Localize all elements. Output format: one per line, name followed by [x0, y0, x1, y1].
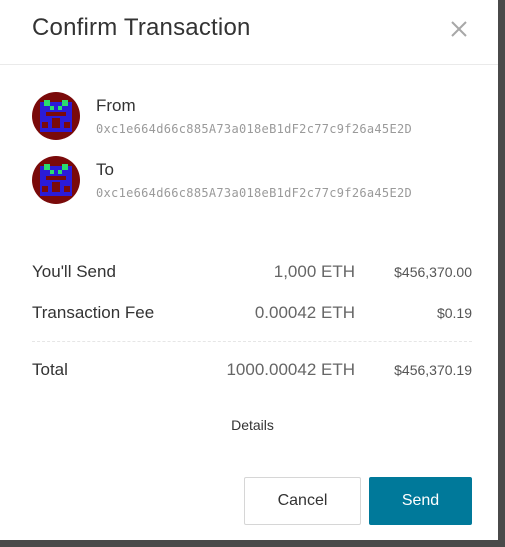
to-address: 0xc1e664d66c885A73a018eB1dF2c77c9f26a45E…: [96, 186, 413, 200]
backdrop-edge-right: [498, 0, 505, 547]
send-label: You'll Send: [32, 262, 116, 281]
fee-row: Transaction Fee 0.00042 ETH $0.19: [32, 303, 472, 327]
total-label: Total: [32, 360, 68, 379]
send-usd: $456,370.00: [394, 264, 472, 280]
from-label: From: [96, 96, 136, 115]
from-account: From 0xc1e664d66c885A73a018eB1dF2c77c9f2…: [32, 92, 472, 144]
to-avatar-icon: [32, 156, 80, 204]
fee-label: Transaction Fee: [32, 303, 155, 322]
from-avatar-icon: [32, 92, 80, 140]
total-row: Total 1000.00042 ETH $456,370.19: [32, 360, 472, 384]
to-account: To 0xc1e664d66c885A73a018eB1dF2c77c9f26a…: [32, 156, 472, 208]
total-eth: 1000.00042 ETH: [226, 360, 355, 379]
header-divider: [0, 64, 498, 65]
send-amount-row: You'll Send 1,000 ETH $456,370.00: [32, 262, 472, 286]
close-icon[interactable]: [448, 18, 470, 40]
details-link[interactable]: Details: [0, 417, 505, 433]
confirm-transaction-dialog: Confirm Transaction From 0xc1e664d66c885…: [0, 0, 498, 540]
fee-eth: 0.00042 ETH: [254, 303, 355, 322]
backdrop-edge-bottom: [0, 540, 505, 547]
dialog-title: Confirm Transaction: [32, 14, 251, 41]
total-divider: [32, 341, 472, 342]
send-eth: 1,000 ETH: [273, 262, 355, 281]
send-button[interactable]: Send: [369, 477, 472, 525]
to-label: To: [96, 160, 114, 179]
fee-usd: $0.19: [436, 305, 472, 321]
total-usd: $456,370.19: [394, 362, 472, 378]
from-address: 0xc1e664d66c885A73a018eB1dF2c77c9f26a45E…: [96, 122, 413, 136]
cancel-button[interactable]: Cancel: [244, 477, 361, 525]
